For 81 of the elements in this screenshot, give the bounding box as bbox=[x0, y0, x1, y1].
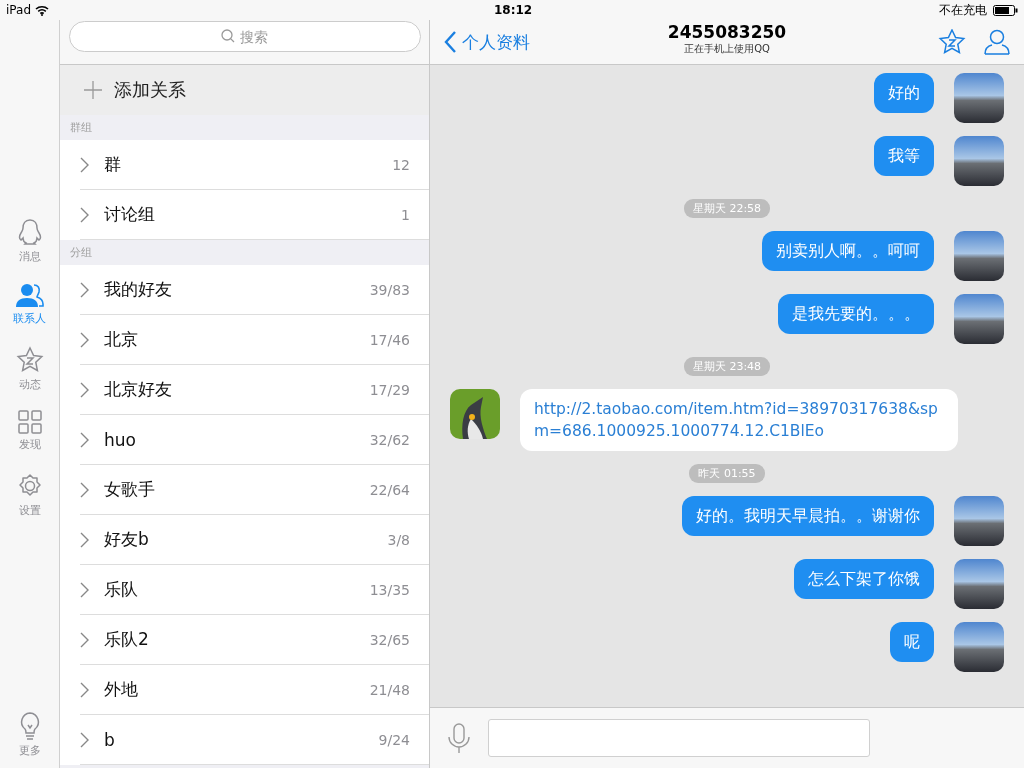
chevron-right-icon bbox=[80, 681, 89, 698]
online-count: 17/29 bbox=[369, 381, 410, 398]
microphone-button[interactable] bbox=[448, 723, 470, 753]
online-count: 13/35 bbox=[369, 581, 410, 598]
contact-number: 2455083250 bbox=[667, 22, 787, 42]
online-count: 21/48 bbox=[369, 681, 410, 698]
contacts-icon bbox=[14, 282, 45, 308]
group-name: 北京好友 bbox=[104, 378, 173, 401]
section-header: 群组 bbox=[69, 120, 93, 136]
microphone-icon bbox=[448, 723, 470, 753]
battery-icon bbox=[993, 4, 1018, 16]
timestamp: 星期天 23:48 bbox=[683, 357, 771, 376]
message-bubble: 好的。我明天早晨拍。。谢谢你 bbox=[682, 496, 934, 536]
message-bubble: 我等 bbox=[874, 136, 934, 176]
lightbulb-icon bbox=[18, 712, 41, 740]
penguin-icon bbox=[16, 218, 43, 246]
chevron-right-icon bbox=[80, 206, 89, 223]
device-name: iPad bbox=[6, 3, 31, 17]
online-count: 12 bbox=[392, 156, 410, 173]
avatar-photo-placeholder[interactable] bbox=[954, 496, 1004, 546]
chevron-right-icon bbox=[80, 331, 89, 348]
group-name: 好友b bbox=[104, 528, 150, 551]
person-icon bbox=[984, 28, 1010, 55]
chevron-right-icon bbox=[80, 531, 89, 548]
star-icon bbox=[938, 28, 966, 56]
charging-status: 不在充电 bbox=[939, 1, 987, 19]
group-name: 女歌手 bbox=[104, 478, 156, 501]
back-chevron-icon bbox=[444, 31, 456, 53]
online-count: 39/83 bbox=[369, 281, 410, 298]
message-bubble: 呢 bbox=[890, 622, 934, 662]
clock-time: 18:12 bbox=[494, 3, 533, 17]
grid-icon bbox=[17, 410, 42, 434]
timestamp: 星期天 22:58 bbox=[683, 199, 771, 218]
online-count: 1 bbox=[401, 206, 410, 223]
message-input-field[interactable] bbox=[488, 719, 870, 757]
group-name: b bbox=[104, 729, 116, 750]
message-bubble: 是我先要的。。。 bbox=[778, 294, 934, 334]
wifi-icon bbox=[35, 4, 49, 16]
chevron-right-icon bbox=[80, 731, 89, 748]
group-name: 北京 bbox=[104, 328, 139, 351]
group-name: 讨论组 bbox=[104, 203, 156, 226]
message-bubble: 别卖别人啊。。呵呵 bbox=[762, 231, 934, 271]
group-name: 乐队 bbox=[104, 578, 139, 601]
add-contact-button[interactable]: 添加关系 bbox=[60, 65, 429, 115]
chevron-right-icon bbox=[80, 431, 89, 448]
penguin-avatar[interactable] bbox=[450, 389, 500, 439]
group-name: huo bbox=[104, 429, 137, 450]
avatar-photo-placeholder[interactable] bbox=[954, 294, 1004, 344]
chevron-right-icon bbox=[80, 156, 89, 173]
group-name: 群 bbox=[104, 153, 122, 176]
online-count: 32/65 bbox=[369, 631, 410, 648]
chevron-right-icon bbox=[80, 381, 89, 398]
search-field[interactable]: 搜索 bbox=[68, 21, 421, 52]
avatar-photo-placeholder[interactable] bbox=[954, 136, 1004, 186]
message-bubble: 怎么下架了你饿 bbox=[794, 559, 934, 599]
chevron-right-icon bbox=[80, 631, 89, 648]
chevron-right-icon bbox=[80, 481, 89, 498]
avatar-photo-placeholder[interactable] bbox=[954, 622, 1004, 672]
group-name: 我的好友 bbox=[104, 278, 173, 301]
back-button[interactable]: 个人资料 bbox=[444, 30, 604, 54]
avatar-photo-placeholder[interactable] bbox=[954, 231, 1004, 281]
online-count: 3/8 bbox=[387, 531, 410, 548]
online-count: 17/46 bbox=[369, 331, 410, 348]
online-count: 22/64 bbox=[369, 481, 410, 498]
avatar-photo-placeholder[interactable] bbox=[954, 559, 1004, 609]
group-name: 外地 bbox=[104, 678, 139, 701]
message-bubble: 好的 bbox=[874, 73, 934, 113]
chevron-right-icon bbox=[80, 281, 89, 298]
presence-status: 正在手机上使用QQ bbox=[684, 42, 770, 56]
star-button[interactable] bbox=[938, 28, 966, 56]
profile-button[interactable] bbox=[984, 28, 1010, 56]
section-header: 分组 bbox=[69, 245, 93, 261]
plus-icon bbox=[84, 81, 102, 99]
group-name: 乐队2 bbox=[104, 628, 150, 651]
star-icon bbox=[15, 346, 44, 374]
link[interactable]: http://2.taobao.com/item.htm?id=38970317638&spm=686.1000925.1000774.12.C1BlEo bbox=[534, 398, 944, 442]
timestamp: 昨天 01:55 bbox=[689, 464, 765, 483]
chevron-right-icon bbox=[80, 581, 89, 598]
online-count: 32/62 bbox=[369, 431, 410, 448]
online-count: 9/24 bbox=[378, 731, 410, 748]
avatar-photo-placeholder[interactable] bbox=[954, 73, 1004, 123]
